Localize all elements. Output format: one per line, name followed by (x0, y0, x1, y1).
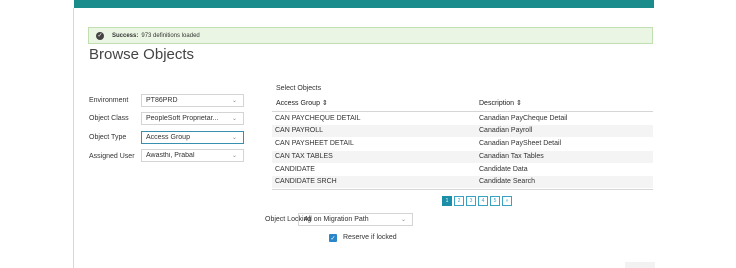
check-circle-icon: ✓ (96, 31, 104, 40)
reserve-if-locked-label: Reserve if locked (343, 234, 397, 241)
row-description: Candidate Data (479, 166, 528, 173)
success-alert: ✓ Success: 973 definitions loaded (88, 27, 653, 44)
row-description: Canadian PayCheque Detail (479, 115, 568, 122)
select-objects-title: Select Objects (276, 85, 322, 92)
row-access-group: CAN PAYROLL (275, 127, 323, 134)
object-type-label: Object Type (89, 134, 127, 141)
environment-select[interactable]: PT86PRD ⌄ (141, 94, 244, 107)
assigned-user-label: Assigned User (89, 153, 135, 160)
table-row[interactable]: CAN PAYCHEQUE DETAIL Canadian PayCheque … (272, 113, 653, 125)
next-page-button[interactable]: » (502, 196, 512, 206)
object-class-select[interactable]: PeopleSoft Proprietar... ⌄ (141, 112, 244, 125)
table-bottom-divider (272, 189, 653, 190)
row-access-group: CAN PAYCHEQUE DETAIL (275, 115, 361, 122)
row-description: Canadian Tax Tables (479, 153, 544, 160)
row-access-group: CAN TAX TABLES (275, 153, 333, 160)
object-class-label: Object Class (89, 115, 129, 122)
table-row[interactable]: CAN PAYSHEET DETAIL Canadian PaySheet De… (272, 138, 653, 150)
chevron-down-icon: ⌄ (231, 153, 237, 159)
alert-message: 973 definitions loaded (141, 32, 200, 39)
table-header-divider (272, 111, 653, 112)
environment-label: Environment (89, 97, 129, 104)
table-row[interactable]: CANDIDATE Candidate Data (272, 164, 653, 176)
page-3-button[interactable]: 3 (466, 196, 476, 206)
row-description: Canadian PaySheet Detail (479, 140, 562, 147)
row-access-group: CANDIDATE SRCH (275, 178, 337, 185)
row-description: Canadian Payroll (479, 127, 533, 134)
row-description: Candidate Search (479, 178, 536, 185)
page-1-button[interactable]: 1 (442, 196, 452, 206)
environment-value: PT86PRD (146, 97, 178, 104)
row-access-group: CANDIDATE (275, 166, 315, 173)
assigned-user-value: Awasthi, Prabal (146, 152, 195, 159)
object-class-value: PeopleSoft Proprietar... (146, 115, 219, 122)
alert-strong: Success: (112, 32, 139, 39)
chevron-down-icon: ⌄ (231, 135, 237, 141)
page-4-button[interactable]: 4 (478, 196, 488, 206)
object-locking-value: All on Migration Path (304, 216, 369, 223)
object-type-select[interactable]: Access Group ⌄ (141, 131, 244, 144)
footer-fragment (625, 262, 655, 268)
left-panel-divider (73, 8, 74, 268)
chevron-down-icon: ⌄ (231, 98, 237, 104)
row-access-group: CAN PAYSHEET DETAIL (275, 140, 354, 147)
pagination: 1 2 3 4 5 » (442, 196, 512, 206)
table-row[interactable]: CANDIDATE SRCH Candidate Search (272, 176, 653, 188)
page-2-button[interactable]: 2 (454, 196, 464, 206)
top-navbar (74, 0, 654, 8)
column-header-description[interactable]: Description ⇕ (479, 99, 522, 107)
reserve-if-locked-checkbox[interactable]: ✓ (329, 234, 337, 242)
table-row[interactable]: CAN PAYROLL Canadian Payroll (272, 125, 653, 137)
table-row[interactable]: CAN TAX TABLES Canadian Tax Tables (272, 151, 653, 163)
page-title: Browse Objects (89, 46, 195, 63)
object-type-value: Access Group (146, 134, 190, 141)
assigned-user-select[interactable]: Awasthi, Prabal ⌄ (141, 149, 244, 162)
object-locking-select[interactable]: All on Migration Path ⌄ (298, 213, 413, 226)
chevron-down-icon: ⌄ (231, 116, 237, 122)
chevron-down-icon: ⌄ (400, 217, 406, 223)
page-5-button[interactable]: 5 (490, 196, 500, 206)
column-header-access-group[interactable]: Access Group ⇕ (276, 99, 328, 107)
